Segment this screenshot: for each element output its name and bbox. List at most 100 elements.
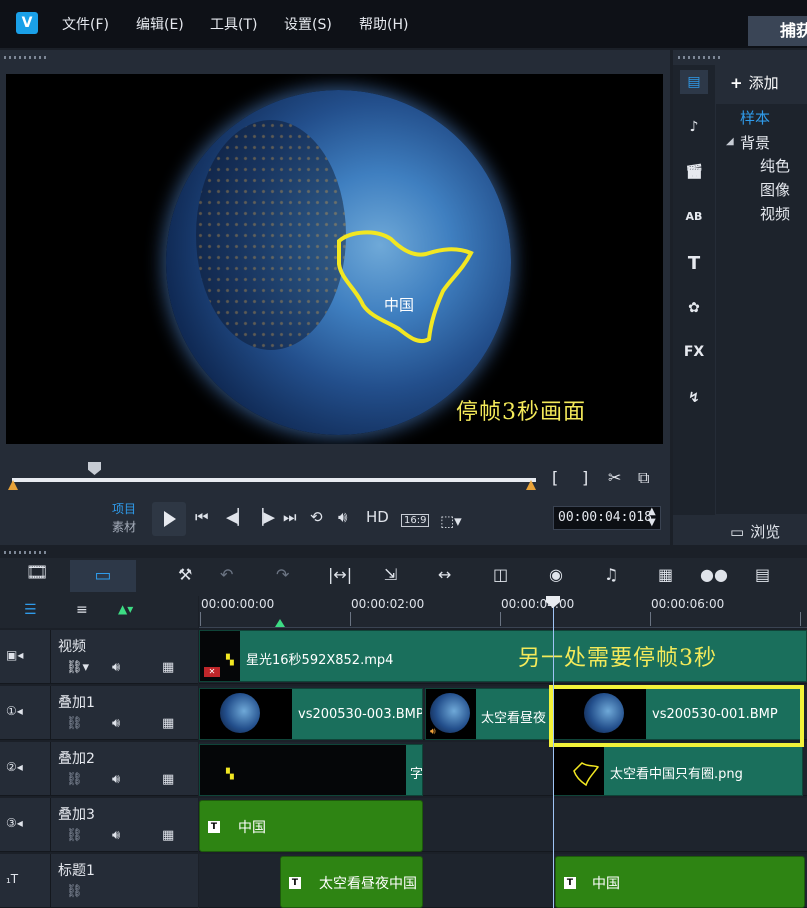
clip-overlay2-b[interactable]: 太空看中国只有圈.png — [553, 744, 803, 796]
end-icon[interactable]: ⏭ — [283, 508, 297, 526]
browse-button[interactable]: ▭ 浏览 — [716, 518, 807, 546]
timecode-field[interactable]: 00:00:04:018 — [553, 506, 661, 530]
enlarge-preview-icon[interactable]: ⧉ — [638, 468, 649, 488]
menu-tools[interactable]: 工具(T) — [210, 14, 257, 34]
grid-icon[interactable]: ▦ — [162, 828, 174, 843]
media-icon[interactable]: ▤ — [680, 70, 708, 94]
overlay-track-icon[interactable]: ②◂ — [6, 760, 23, 774]
graphic-icon[interactable]: ✿ — [680, 296, 708, 320]
title-track-icon[interactable]: ₁T — [6, 872, 18, 886]
track-name[interactable]: 标题1 — [58, 860, 95, 880]
fit-window-icon[interactable]: ◫ — [493, 565, 508, 584]
trim-end-marker[interactable] — [526, 480, 536, 490]
library-add-button[interactable]: + 添加 — [730, 72, 779, 93]
record-capture-icon[interactable]: ◉ — [549, 565, 563, 584]
grid-icon[interactable]: ▦ — [162, 716, 174, 731]
zoom-icon[interactable]: ↔ — [438, 565, 451, 584]
track-header-overlay1: ①◂ 叠加1 ⛓ 🔊︎ ▦ — [0, 686, 198, 740]
clip-overlay2-a[interactable]: ▚ 字 — [199, 744, 423, 796]
grid-icon[interactable]: ▦ — [162, 660, 174, 675]
trim-start-marker[interactable] — [8, 480, 18, 490]
tab-capture[interactable]: 捕获 — [748, 16, 807, 46]
timeline-view-icon[interactable]: ▭ — [70, 560, 136, 592]
menu-help[interactable]: 帮助(H) — [359, 14, 408, 34]
link-icon[interactable]: ⛓ — [66, 828, 83, 843]
mute-icon[interactable]: 🔊︎ — [112, 660, 120, 675]
collapse-arrow-icon[interactable]: ◢ — [726, 136, 734, 147]
cue-marker[interactable] — [275, 619, 285, 627]
overlay-track-icon[interactable]: ①◂ — [6, 704, 23, 718]
mark-in-button[interactable]: [ — [552, 468, 558, 487]
clip-title-b[interactable]: T 中国 — [555, 856, 805, 908]
title-icon[interactable]: T — [680, 252, 708, 276]
home-icon[interactable]: ⏮ — [195, 508, 209, 526]
add-track-icon[interactable]: ≡ — [76, 602, 88, 618]
video-track-icon[interactable]: ▣◂ — [6, 648, 23, 662]
clip-title-a[interactable]: T 太空看昼夜中国 — [280, 856, 423, 908]
multicam-icon[interactable]: ▦ — [658, 565, 673, 584]
preview-scrub-bar[interactable] — [12, 478, 536, 482]
track-name[interactable]: 叠加1 — [58, 692, 95, 712]
mode-clip-toggle[interactable]: 素材 — [112, 518, 136, 535]
audio-mixer-icon[interactable]: ♫ — [604, 565, 618, 584]
transition-icon[interactable]: AB — [680, 205, 708, 229]
menu-edit[interactable]: 编辑(E) — [136, 14, 184, 34]
path-icon[interactable]: ↯ — [680, 386, 708, 410]
track-name[interactable]: 叠加3 — [58, 804, 95, 824]
overlay-track-icon[interactable]: ③◂ — [6, 816, 23, 830]
tree-item-image[interactable]: 图像 — [760, 179, 790, 200]
title-badge-icon: T — [208, 821, 220, 833]
next-frame-icon[interactable]: ▕▶ — [252, 508, 275, 526]
repeat-icon[interactable]: ⟲ — [310, 508, 323, 526]
redo-icon[interactable]: ↷ — [276, 565, 289, 584]
filter-icon[interactable]: FX — [680, 340, 708, 364]
clip-overlay1-b[interactable]: 🔊︎ 太空看昼夜 — [425, 688, 551, 740]
panel-grip[interactable] — [4, 56, 48, 59]
mark-out-button[interactable]: ] — [582, 468, 588, 487]
tree-item-solid-color[interactable]: 纯色 — [760, 155, 790, 176]
audio-icon[interactable]: ♪ — [680, 115, 708, 139]
hd-preview-toggle[interactable]: HD — [366, 508, 389, 526]
selection-area-icon[interactable]: ⬚▾ — [440, 512, 462, 530]
tree-item-sample[interactable]: 样本 — [740, 107, 770, 128]
smart-proxy-icon[interactable]: |↔| — [328, 565, 352, 584]
undo-icon[interactable]: ↶ — [220, 565, 233, 584]
play-button[interactable] — [152, 502, 186, 536]
link-icon[interactable]: ⛓ — [66, 772, 83, 787]
track-manager-icon[interactable]: ☰ — [24, 602, 37, 618]
clip-overlay3-a[interactable]: T 中国 — [199, 800, 423, 852]
clip-label: 太空看昼夜 — [481, 711, 547, 726]
library-grip[interactable] — [678, 56, 722, 59]
ruler-tick-label: 00:00:00:00 — [201, 597, 275, 611]
link-icon[interactable]: ⛓▾ — [66, 660, 89, 675]
aspect-ratio-button[interactable]: 16:9 — [401, 514, 430, 527]
library-add-label: 添加 — [748, 74, 779, 92]
mute-icon[interactable]: 🔊︎ — [112, 828, 120, 843]
mask-creator-icon[interactable]: ●● — [700, 565, 728, 584]
tree-item-background[interactable]: 背景 — [740, 132, 770, 153]
split-clip-icon[interactable]: ✂ — [608, 468, 621, 487]
toolbox-icon[interactable]: ⚒ — [178, 565, 192, 584]
link-icon[interactable]: ⛓ — [66, 884, 83, 899]
chapter-cue-icon[interactable]: ▲▾ — [118, 602, 133, 616]
fit-project-icon[interactable]: ⇲ — [384, 565, 397, 584]
tree-item-video[interactable]: 视频 — [760, 203, 790, 224]
track-name[interactable]: 叠加2 — [58, 748, 95, 768]
subtitle-editor-icon[interactable]: ▤ — [755, 565, 770, 584]
volume-icon[interactable]: 🔊︎ — [338, 508, 347, 526]
previous-frame-icon[interactable]: ◀▏ — [226, 508, 249, 526]
menu-file[interactable]: 文件(F) — [62, 14, 109, 34]
grid-icon[interactable]: ▦ — [162, 772, 174, 787]
clip-label: 太空看中国只有圈.png — [610, 767, 743, 782]
mute-icon[interactable]: 🔊︎ — [112, 716, 120, 731]
menu-settings[interactable]: 设置(S) — [284, 14, 332, 34]
timecode-stepper[interactable]: ▲ ▼ — [648, 506, 656, 528]
instant-project-icon[interactable]: 🎬︎ — [680, 160, 708, 184]
link-icon[interactable]: ⛓ — [66, 716, 83, 731]
mode-project-toggle[interactable]: 项目 — [112, 500, 136, 517]
storyboard-view-icon[interactable]: 🎞︎ — [22, 562, 52, 590]
track-name[interactable]: 视频 — [58, 636, 86, 656]
timeline-grip[interactable] — [4, 551, 48, 554]
mute-icon[interactable]: 🔊︎ — [112, 772, 120, 787]
clip-overlay1-a[interactable]: vs200530-003.BMP — [199, 688, 423, 740]
